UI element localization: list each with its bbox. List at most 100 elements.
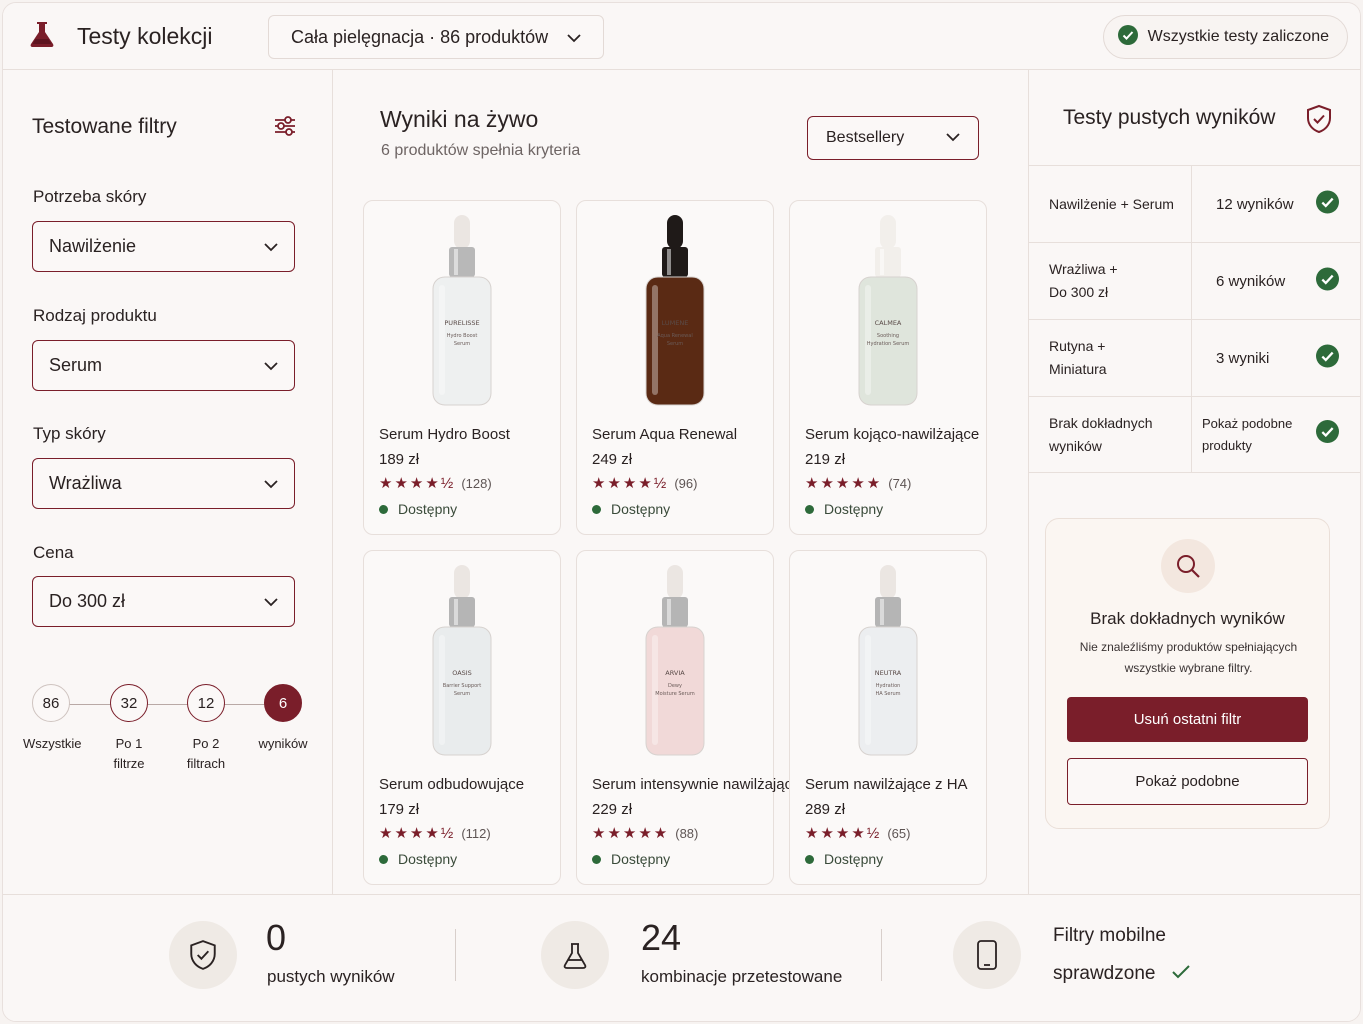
- review-count: (96): [674, 475, 698, 491]
- skin-type-value: Wrażliwa: [49, 473, 122, 493]
- test-combination: Rutyna + Miniatura: [1029, 320, 1192, 396]
- funnel-label: Po 1 filtrze: [113, 736, 145, 771]
- chevron-down-icon: [264, 591, 278, 612]
- funnel-count: 6: [264, 684, 302, 722]
- product-price: 289 zł: [805, 801, 846, 818]
- product-card[interactable]: NEUTRA Hydration HA Serum Serum nawilżające…: [789, 550, 987, 885]
- test-combination: Wrażliwa + Do 300 zł: [1029, 243, 1192, 319]
- availability-text: Dostępny: [398, 851, 458, 867]
- filter-label-skin-type: Typ skóry: [33, 424, 106, 443]
- top-bar: Testy kolekcji Cała pielęgnacja · 86 pro…: [3, 3, 1360, 70]
- product-price: 179 zł: [379, 801, 420, 818]
- price-value: Do 300 zł: [49, 591, 126, 611]
- review-count: (128): [461, 475, 492, 491]
- review-count: (74): [888, 475, 912, 491]
- chevron-down-icon: [264, 473, 278, 494]
- bottle-line: Soothing: [877, 333, 899, 339]
- price-dropdown[interactable]: Do 300 zł: [32, 576, 295, 627]
- remove-last-filter-button[interactable]: Usuń ostatni filtr: [1067, 697, 1308, 742]
- bottle-line: Dewy: [668, 683, 682, 689]
- shield-check-icon: [169, 921, 237, 989]
- status-dot: [592, 854, 601, 864]
- product-card[interactable]: CALMEA Soothing Hydration Serum Serum kojąc…: [789, 200, 987, 535]
- collection-select-value: Cała pielęgnacja · 86 produktów: [291, 26, 549, 47]
- test-result: 3 wyniki: [1192, 320, 1360, 396]
- mobile-filters-label: Filtry mobilne: [1053, 925, 1166, 946]
- table-row: Rutyna + Miniatura 3 wyniki: [1029, 319, 1360, 396]
- product-card[interactable]: OASIS Barrier Support Serum Serum odbudowuj…: [363, 550, 561, 885]
- product-card[interactable]: PURELISSE Hydro Boost Serum Serum Hydro Boo…: [363, 200, 561, 535]
- serum-bottle-image: ARVIA Dewy Moisture Serum: [577, 561, 773, 761]
- availability-text: Dostępny: [824, 501, 884, 517]
- empty-state-card: Brak dokładnych wyników Nie znaleźliśmy …: [1045, 518, 1330, 829]
- checkmark-icon: [1171, 963, 1191, 986]
- chevron-down-icon: [264, 355, 278, 376]
- product-price: 219 zł: [805, 451, 846, 468]
- skin-need-dropdown[interactable]: Nawilżenie: [32, 221, 295, 272]
- chevron-down-icon: [946, 129, 960, 147]
- bottle-brand: ARVIA: [665, 669, 685, 677]
- product-card[interactable]: ARVIA Dewy Moisture Serum Serum intensywnie…: [576, 550, 800, 885]
- chevron-down-icon: [264, 236, 278, 257]
- check-circle-icon: [1316, 344, 1339, 372]
- product-card[interactable]: LUMENE Aqua Renewal Serum Serum Aqua Renewa…: [576, 200, 774, 535]
- live-results: Wyniki na żywo 6 produktów spełnia kryte…: [334, 70, 1027, 894]
- test-result: 12 wyników: [1192, 166, 1360, 242]
- check-circle-icon: [1316, 419, 1339, 450]
- availability-status: Dostępny: [805, 501, 883, 517]
- star-rating-icon: ★★★★★: [805, 475, 883, 492]
- star-rating-icon: ★★★★½: [805, 825, 882, 842]
- product-name[interactable]: Serum odbudowujące: [379, 776, 524, 793]
- test-result: 6 wyników: [1192, 243, 1360, 319]
- product-rating: ★★★★½ (128): [379, 474, 492, 492]
- bottle-line: Serum: [667, 341, 683, 347]
- filter-label-price: Cena: [33, 543, 74, 562]
- mobile-filters-status: sprawdzone: [1053, 963, 1156, 984]
- status-dot: [379, 504, 388, 514]
- bottle-line: Moisture Serum: [655, 691, 695, 697]
- funnel-step-results: 6 wyników: [255, 684, 311, 754]
- show-similar-button[interactable]: Pokaż podobne: [1067, 758, 1308, 805]
- flask-logo-icon: [27, 19, 57, 54]
- test-result: Pokaż podobne produkty: [1192, 397, 1360, 472]
- availability-status: Dostępny: [805, 851, 883, 867]
- product-rating: ★★★★½ (112): [379, 824, 491, 842]
- availability-status: Dostępny: [592, 501, 670, 517]
- product-name[interactable]: Serum kojąco-nawilżające: [805, 426, 979, 443]
- results-subtitle: 6 produktów spełnia kryteria: [381, 142, 581, 159]
- availability-text: Dostępny: [398, 501, 458, 517]
- check-circle-icon: [1316, 267, 1339, 295]
- serum-bottle-image: PURELISSE Hydro Boost Serum: [364, 211, 560, 411]
- bottle-brand: PURELISSE: [444, 319, 479, 327]
- availability-text: Dostępny: [611, 501, 671, 517]
- combinations-count: 24: [641, 917, 682, 958]
- product-name[interactable]: Serum intensywnie nawilżające: [592, 776, 800, 793]
- funnel-step-1: 32 Po 1 filtrze: [101, 684, 157, 774]
- sort-dropdown[interactable]: Bestsellery: [807, 116, 979, 160]
- bottle-brand: CALMEA: [875, 319, 902, 327]
- collection-select[interactable]: Cała pielęgnacja · 86 produktów: [268, 15, 604, 59]
- product-name[interactable]: Serum Hydro Boost: [379, 426, 510, 443]
- shield-check-icon: [1305, 104, 1333, 139]
- product-rating: ★★★★★ (88): [592, 824, 698, 842]
- tests-status-text: Wszystkie testy zaliczone: [1147, 28, 1329, 45]
- sort-value: Bestsellery: [826, 129, 905, 146]
- status-dot: [592, 504, 601, 514]
- product-price: 229 zł: [592, 801, 633, 818]
- skin-type-dropdown[interactable]: Wrażliwa: [32, 458, 295, 509]
- chevron-down-icon: [567, 27, 581, 48]
- sliders-icon[interactable]: [271, 112, 299, 145]
- availability-status: Dostępny: [379, 501, 457, 517]
- funnel-step-all: 86 Wszystkie: [23, 684, 82, 754]
- filter-label-skin-need: Potrzeba skóry: [33, 187, 147, 206]
- table-row: Wrażliwa + Do 300 zł 6 wyników: [1029, 242, 1360, 319]
- product-type-value: Serum: [49, 355, 103, 375]
- product-name[interactable]: Serum nawilżające z HA: [805, 776, 968, 793]
- product-type-dropdown[interactable]: Serum: [32, 340, 295, 391]
- funnel-label: wyników: [258, 736, 308, 751]
- filter-label-product-type: Rodzaj produktu: [33, 306, 157, 325]
- review-count: (112): [461, 825, 491, 841]
- status-dot: [379, 854, 388, 864]
- product-name[interactable]: Serum Aqua Renewal: [592, 426, 737, 443]
- bottle-line: Barrier Support: [443, 683, 481, 689]
